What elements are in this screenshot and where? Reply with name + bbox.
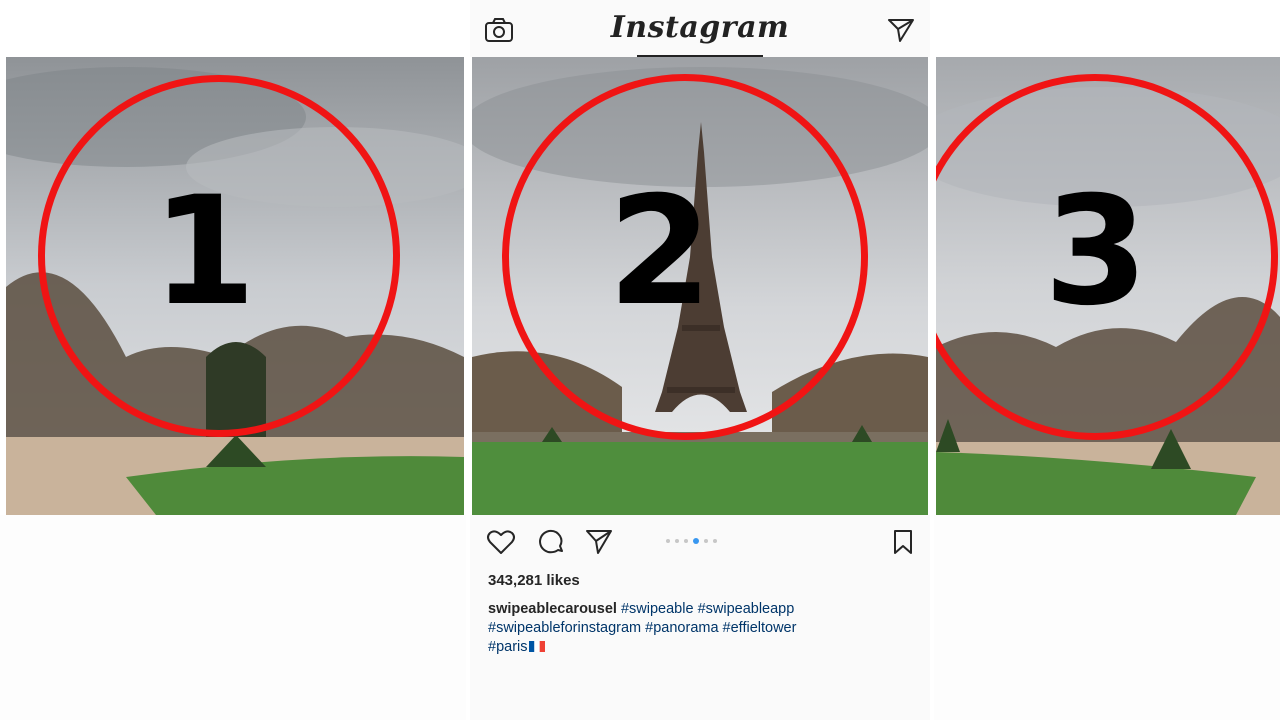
- page-dot: [684, 539, 688, 543]
- carousel-panel-1[interactable]: 1: [6, 57, 464, 515]
- heart-icon[interactable]: [486, 527, 516, 557]
- page-dot-active: [693, 538, 699, 544]
- panel-number-1: 1: [151, 165, 257, 339]
- caption-line-1[interactable]: #swipeable #swipeableapp: [621, 601, 794, 617]
- carousel-panel-3[interactable]: 3: [936, 57, 1280, 515]
- right-top-blank: [930, 0, 1280, 57]
- panel-number-3: 3: [1043, 165, 1149, 339]
- carousel-page-indicator: [666, 538, 717, 544]
- page-dot: [666, 539, 670, 543]
- page-dot: [713, 539, 717, 543]
- share-icon[interactable]: [584, 527, 614, 557]
- left-empty-area: [0, 515, 466, 720]
- left-top-blank: [0, 0, 470, 57]
- carousel-panel-2[interactable]: 2: [472, 57, 928, 515]
- post-footer: 343,281 likes swipeablecarousel #swipeab…: [470, 515, 930, 720]
- instagram-logo[interactable]: Instagram: [470, 10, 930, 45]
- france-flag-icon: [528, 641, 545, 652]
- page-dot: [704, 539, 708, 543]
- likes-count[interactable]: 343,281 likes: [488, 572, 580, 589]
- panel-number-2: 2: [607, 165, 713, 339]
- caption-username[interactable]: swipeablecarousel: [488, 601, 617, 617]
- comment-icon[interactable]: [536, 527, 566, 557]
- right-empty-area: [934, 515, 1280, 720]
- paper-plane-icon[interactable]: [886, 16, 916, 44]
- caption-line-2[interactable]: #swipeableforinstagram #panorama #effiel…: [488, 620, 796, 636]
- panel-gutter-right: [928, 57, 936, 515]
- bookmark-icon[interactable]: [888, 527, 918, 557]
- panel-gutter-left: [464, 57, 472, 515]
- post-caption: swipeablecarousel #swipeable #swipeablea…: [488, 600, 908, 657]
- caption-line-3[interactable]: #paris: [488, 639, 528, 655]
- instagram-header: Instagram: [470, 0, 930, 58]
- left-edge-blank: [0, 57, 6, 515]
- page-dot: [675, 539, 679, 543]
